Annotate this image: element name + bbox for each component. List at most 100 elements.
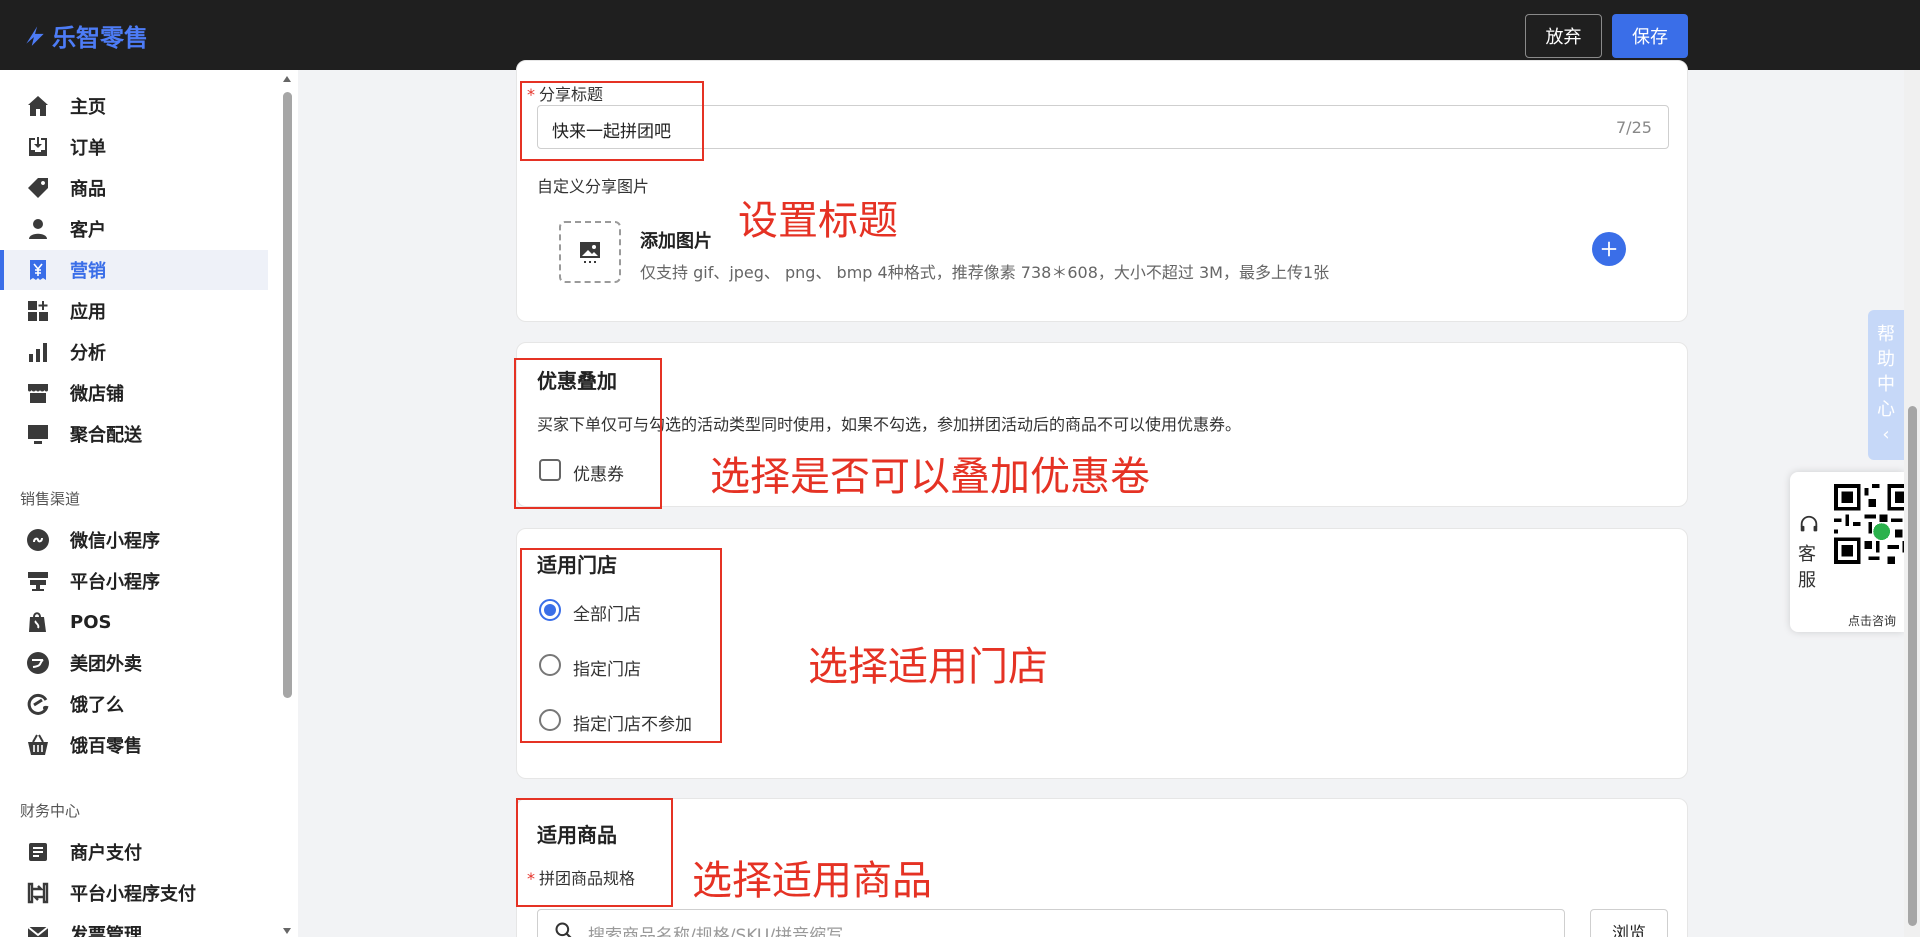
tag-icon <box>26 176 50 200</box>
platform-store-icon <box>26 569 50 593</box>
sidebar-item-pos[interactable]: POS <box>0 602 268 642</box>
miniprogram-icon <box>26 528 50 552</box>
section-title-sales-channel: 销售渠道 <box>20 490 81 508</box>
sidebar-scroll-thumb[interactable] <box>283 92 292 698</box>
store-icon <box>26 381 50 405</box>
sidebar-item-label: 商户支付 <box>70 843 142 864</box>
browse-button[interactable]: 浏览 <box>1590 909 1668 937</box>
sidebar-item-label: 微信小程序 <box>70 531 160 552</box>
customer-service-panel[interactable]: 客 服 点击咨询 <box>1790 472 1914 632</box>
home-icon <box>26 94 50 118</box>
help-tab-char: 助 <box>1877 349 1895 370</box>
list-doc-icon <box>26 840 50 864</box>
sidebar-item-label: 美团外卖 <box>70 654 142 675</box>
sidebar-item-eleme[interactable]: 饿了么 <box>0 684 268 724</box>
service-char: 服 <box>1798 570 1816 591</box>
sidebar-item-customers[interactable]: 客户 <box>0 209 268 249</box>
help-tab-char: 帮 <box>1877 324 1895 345</box>
annotation-text-choose-product: 选择适用商品 <box>692 858 932 904</box>
sidebar-item-label: 发票管理 <box>70 925 142 937</box>
sidebar-item-label: 饿了么 <box>70 695 124 716</box>
sidebar-item-wechat-miniprogram[interactable]: 微信小程序 <box>0 520 268 560</box>
sidebar-item-invoice[interactable]: 发票管理 <box>0 914 268 937</box>
sidebar-item-apps[interactable]: 应用 <box>0 291 268 331</box>
qr-code-icon <box>1834 484 1914 564</box>
app-logo[interactable]: 乐智零售 <box>22 20 148 52</box>
sidebar-item-label: 微店铺 <box>70 384 124 405</box>
search-icon <box>555 922 572 937</box>
annotation-text-stack-coupon: 选择是否可以叠加优惠卷 <box>710 454 1150 500</box>
apps-icon <box>26 299 50 323</box>
person-icon <box>26 217 50 241</box>
add-image-button[interactable] <box>1592 232 1626 266</box>
sidebar-item-label: 聚合配送 <box>70 425 142 446</box>
share-title-counter: 7/25 <box>1616 118 1652 137</box>
annotation-text-choose-store: 选择适用门店 <box>808 644 1048 690</box>
annotation-text-set-title: 设置标题 <box>738 198 898 244</box>
help-tab-char: 心 <box>1877 399 1895 420</box>
sidebar-item-label: 客户 <box>70 220 106 241</box>
meituan-icon <box>26 651 50 675</box>
sidebar-item-platform-pay[interactable]: 平台小程序支付 <box>0 873 268 913</box>
main-scrollbar[interactable] <box>1904 70 1920 937</box>
help-center-tab[interactable]: 帮 助 中 心 ‹ <box>1868 310 1904 460</box>
sidebar-item-label: 营销 <box>70 261 106 282</box>
sidebar-item-home[interactable]: 主页 <box>0 86 268 126</box>
add-image-title: 添加图片 <box>640 231 712 252</box>
product-search-placeholder: 搜索商品名称/规格/SKU/拼音缩写 <box>588 926 844 937</box>
sidebar-item-products[interactable]: 商品 <box>0 168 268 208</box>
product-search-input[interactable]: 搜索商品名称/规格/SKU/拼音缩写 <box>537 909 1565 937</box>
sidebar-item-analytics[interactable]: 分析 <box>0 332 268 372</box>
discard-button[interactable]: 放弃 <box>1525 14 1602 58</box>
logo-text: 乐智零售 <box>52 23 148 52</box>
annotation-box-share-title <box>520 81 704 161</box>
sidebar-item-label: 主页 <box>70 97 106 118</box>
sidebar-item-label: 商品 <box>70 179 106 200</box>
sidebar-item-delivery[interactable]: 聚合配送 <box>0 414 268 454</box>
mail-icon <box>26 922 50 937</box>
order-icon <box>26 135 50 159</box>
save-button[interactable]: 保存 <box>1612 14 1688 58</box>
scroll-up-arrow-icon[interactable] <box>283 76 291 82</box>
image-placeholder-icon <box>580 242 600 263</box>
image-upload-box[interactable] <box>559 221 621 283</box>
sidebar-item-meituan[interactable]: 美团外卖 <box>0 643 268 683</box>
eleme-icon <box>26 692 50 716</box>
chevron-left-icon: ‹ <box>1882 424 1890 445</box>
transfer-icon <box>26 881 50 905</box>
headset-icon <box>1800 515 1818 532</box>
sidebar-scrollbar[interactable] <box>280 70 294 937</box>
annotation-box-coupon <box>514 358 662 509</box>
plus-icon <box>1601 241 1617 257</box>
help-tab-char: 中 <box>1877 374 1895 395</box>
sidebar-item-label: 分析 <box>70 343 106 364</box>
pos-bag-icon <box>26 610 50 634</box>
sidebar-item-orders[interactable]: 订单 <box>0 127 268 167</box>
service-char: 客 <box>1798 544 1816 565</box>
sidebar: 主页 订单 商品 客户 营销 应用 分析 微店铺 聚合配送 销售渠道 微信小程序… <box>0 70 298 937</box>
sidebar-item-label: 平台小程序支付 <box>70 884 196 905</box>
sidebar-item-label: 饿百零售 <box>70 736 142 757</box>
yen-icon <box>26 258 50 282</box>
sidebar-item-microstore[interactable]: 微店铺 <box>0 373 268 413</box>
sidebar-item-label: 应用 <box>70 302 106 323</box>
sidebar-item-platform-miniprogram[interactable]: 平台小程序 <box>0 561 268 601</box>
annotation-box-stores <box>520 548 722 743</box>
main-scroll-thumb[interactable] <box>1908 406 1917 926</box>
sidebar-item-marketing[interactable]: 营销 <box>0 250 268 290</box>
sidebar-item-label: 平台小程序 <box>70 572 160 593</box>
add-image-hint: 仅支持 gif、jpeg、 png、 bmp 4种格式，推荐像素 738＊608… <box>640 263 1330 282</box>
share-title-input[interactable]: 快来一起拼团吧 <box>537 105 1669 149</box>
logo-icon <box>26 26 44 46</box>
consult-text: 点击咨询 <box>1848 614 1897 628</box>
sidebar-item-ebai[interactable]: 饿百零售 <box>0 725 268 765</box>
section-title-finance: 财务中心 <box>20 802 81 820</box>
monitor-icon <box>26 422 50 446</box>
chart-icon <box>26 340 50 364</box>
sidebar-item-label: POS <box>70 611 112 633</box>
annotation-box-products <box>516 798 673 907</box>
sidebar-item-merchant-pay[interactable]: 商户支付 <box>0 832 268 872</box>
scroll-down-arrow-icon[interactable] <box>283 928 291 934</box>
basket-icon <box>26 733 50 757</box>
custom-image-label: 自定义分享图片 <box>537 177 650 196</box>
